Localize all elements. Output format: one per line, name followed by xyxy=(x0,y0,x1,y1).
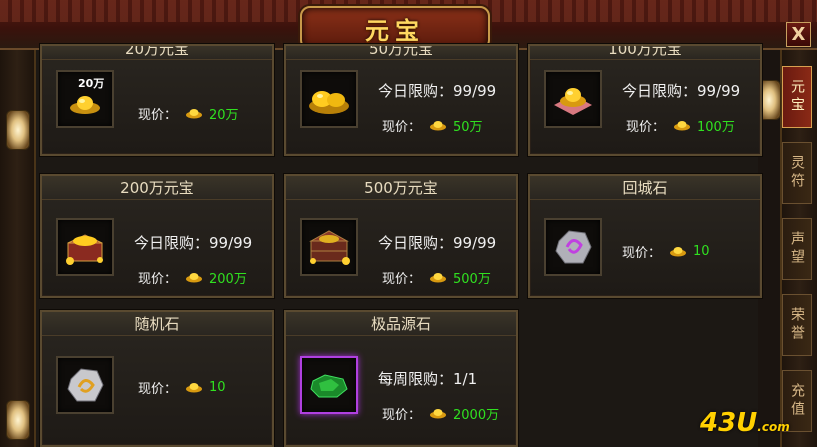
item-card[interactable]: 100万元宝 今日限购：99/99 现价： 100万 xyxy=(528,44,762,156)
price-label: 现价： xyxy=(382,408,422,423)
price-row: 现价： 2000万 xyxy=(382,404,499,423)
tab-shengwang[interactable]: 声望 xyxy=(782,218,812,280)
lantern-icon xyxy=(6,110,30,150)
item-slot[interactable] xyxy=(56,218,114,276)
item-slot[interactable] xyxy=(300,218,358,276)
ingot-icon xyxy=(674,121,691,131)
shop-window: 元宝 X 元宝 灵符 声望 荣誉 充值 20万元宝 20万 现价： 20万 50… xyxy=(0,0,817,447)
price-row: 现价： 10 xyxy=(622,242,710,261)
price-row: 现价： 200万 xyxy=(138,268,247,287)
price-label: 现价： xyxy=(138,272,178,287)
item-slot[interactable] xyxy=(300,70,358,128)
ingot-icon xyxy=(186,109,203,119)
item-name: 50万元宝 xyxy=(286,46,516,60)
price-value: 50万 xyxy=(453,120,483,135)
price-value: 200万 xyxy=(209,272,247,287)
item-slot[interactable] xyxy=(300,356,358,414)
lantern-icon xyxy=(6,400,30,440)
purchase-limit: 今日限购：99/99 xyxy=(378,234,497,252)
item-name: 100万元宝 xyxy=(530,46,760,60)
treasure-chest-icon xyxy=(66,234,103,265)
price-value: 10 xyxy=(209,380,226,395)
price-row: 现价： 10 xyxy=(138,378,226,397)
item-slot[interactable]: 20万 xyxy=(56,70,114,128)
purchase-limit: 今日限购：99/99 xyxy=(378,82,497,100)
price-row: 现价： 500万 xyxy=(382,268,491,287)
window-title: 元宝 xyxy=(365,15,425,45)
item-name: 回城石 xyxy=(530,176,760,200)
price-value: 20万 xyxy=(209,108,239,123)
watermark-suffix: .com xyxy=(757,420,790,434)
item-card[interactable]: 20万元宝 20万 现价： 20万 xyxy=(40,44,274,156)
price-label: 现价： xyxy=(138,382,178,397)
price-value: 100万 xyxy=(697,120,735,135)
price-label: 现价： xyxy=(382,272,422,287)
price-value: 2000万 xyxy=(453,408,500,423)
gold-ingot-pile-icon xyxy=(309,91,349,114)
item-name: 极品源石 xyxy=(286,312,516,336)
price-row: 现价： 50万 xyxy=(382,116,483,135)
slot-quantity-label: 20万 xyxy=(78,77,105,90)
large-treasure-chest-icon xyxy=(309,230,350,265)
random-stone-icon xyxy=(67,368,104,402)
purchase-limit: 今日限购：99/99 xyxy=(134,234,253,252)
ingot-icon xyxy=(186,383,203,393)
item-card[interactable]: 200万元宝 今日限购：99/99 现价： 200万 xyxy=(40,174,274,298)
price-label: 现价： xyxy=(138,108,178,123)
price-row: 现价： 100万 xyxy=(626,116,735,135)
price-label: 现价： xyxy=(622,246,662,261)
price-label: 现价： xyxy=(382,120,422,135)
item-card[interactable]: 50万元宝 今日限购：99/99 现价： 50万 xyxy=(284,44,518,156)
return-stone-icon xyxy=(555,230,592,264)
site-watermark: 43U.com xyxy=(700,408,790,438)
price-label: 现价： xyxy=(626,120,666,135)
ingot-icon xyxy=(430,121,447,131)
gold-ingot-icon xyxy=(70,96,100,114)
item-name: 20万元宝 xyxy=(42,46,272,60)
gold-ingot-tray-icon xyxy=(554,88,592,115)
item-slot[interactable] xyxy=(56,356,114,414)
price-value: 10 xyxy=(693,244,710,259)
item-name: 随机石 xyxy=(42,312,272,336)
tab-rongyu[interactable]: 荣誉 xyxy=(782,294,812,356)
item-slot[interactable] xyxy=(544,218,602,276)
purchase-limit: 每周限购：1/1 xyxy=(378,370,478,388)
tab-yuanbao[interactable]: 元宝 xyxy=(782,66,812,128)
ingot-icon xyxy=(430,409,447,419)
item-card[interactable]: 500万元宝 今日限购：99/99 现价： 500万 xyxy=(284,174,518,298)
item-card[interactable]: 回城石 现价： 10 xyxy=(528,174,762,298)
source-stone-icon xyxy=(310,374,348,398)
purchase-limit: 今日限购：99/99 xyxy=(622,82,741,100)
tab-lingfu[interactable]: 灵符 xyxy=(782,142,812,204)
ingot-icon xyxy=(670,247,687,257)
price-value: 500万 xyxy=(453,272,491,287)
item-card[interactable]: 随机石 现价： 10 xyxy=(40,310,274,447)
watermark-text: 43U xyxy=(700,408,758,438)
ingot-icon xyxy=(430,273,447,283)
ingot-icon xyxy=(186,273,203,283)
item-name: 500万元宝 xyxy=(286,176,516,200)
left-pillar xyxy=(0,50,36,447)
item-name: 200万元宝 xyxy=(42,176,272,200)
item-slot[interactable] xyxy=(544,70,602,128)
close-button[interactable]: X xyxy=(786,22,811,47)
price-row: 现价： 20万 xyxy=(138,104,239,123)
item-card[interactable]: 极品源石 每周限购：1/1 现价： 2000万 xyxy=(284,310,518,447)
